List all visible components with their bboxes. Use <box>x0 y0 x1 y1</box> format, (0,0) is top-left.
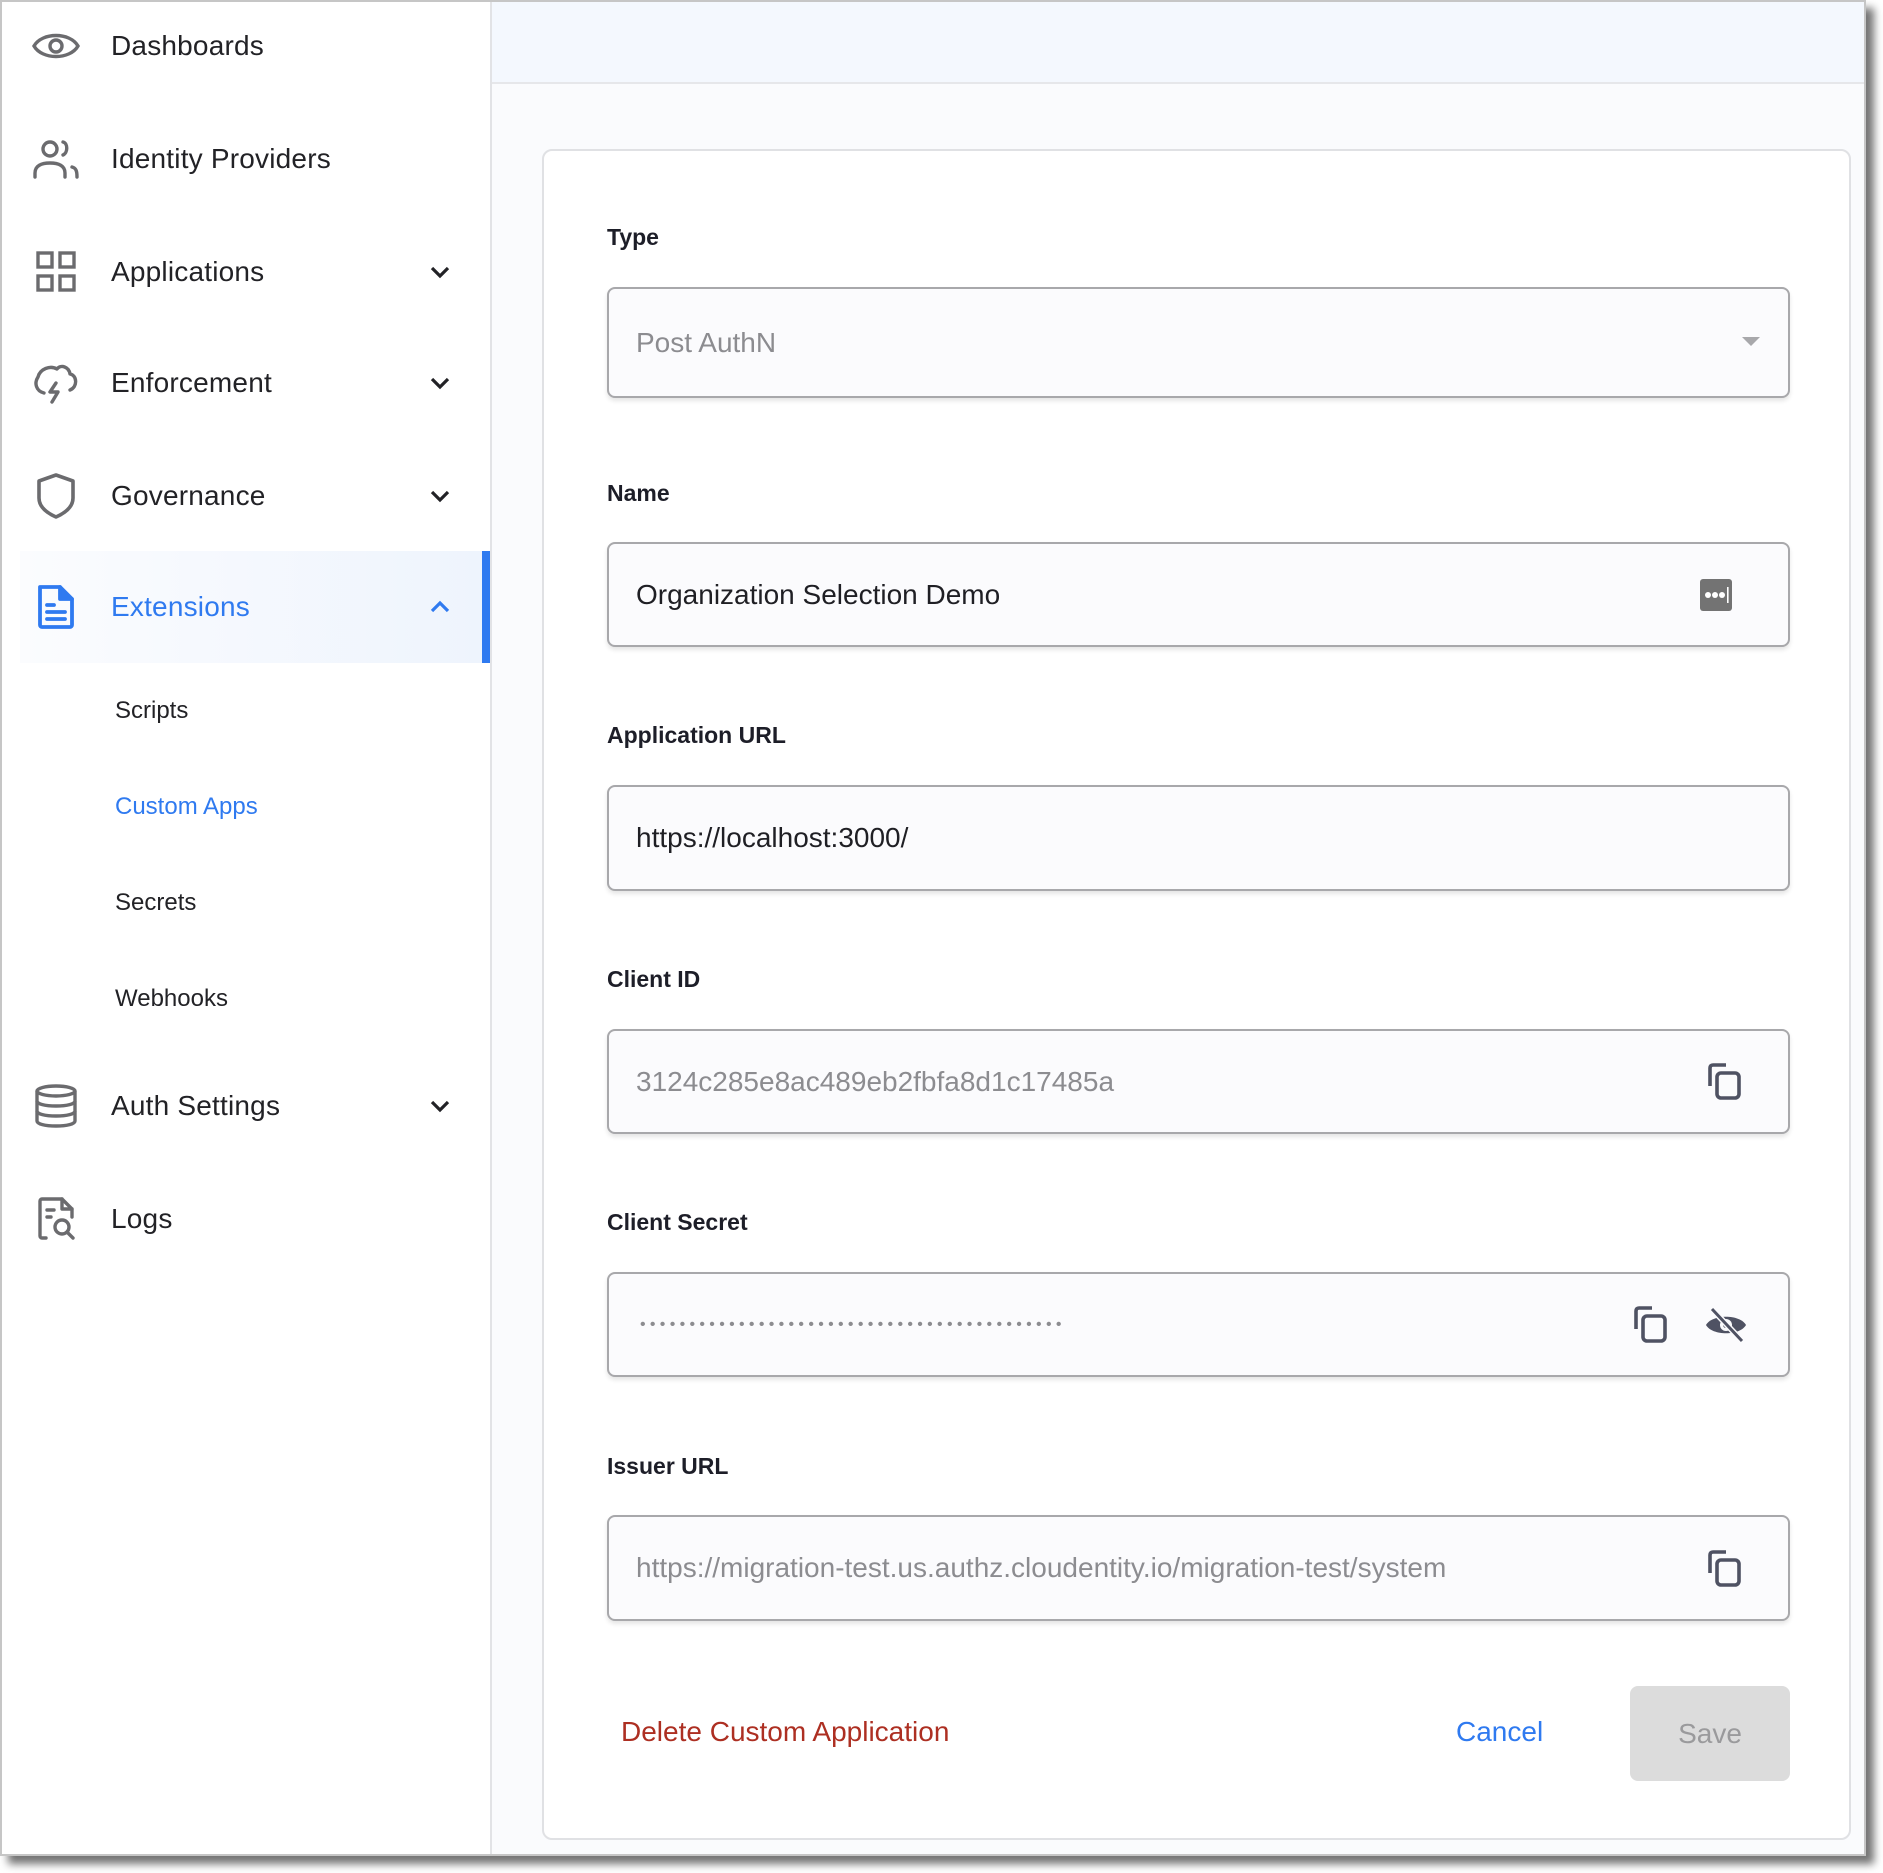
eye-off-icon[interactable] <box>1702 1301 1750 1349</box>
sidebar-item-logs[interactable]: Logs <box>20 1163 490 1275</box>
delete-custom-application-button[interactable]: Delete Custom Application <box>621 1716 949 1748</box>
chevron-down-icon[interactable] <box>425 368 455 398</box>
name-input[interactable] <box>636 578 1536 611</box>
database-icon <box>30 1080 82 1132</box>
client-secret-field[interactable]: ••••••••••••••••••••••••••••••••••••••••… <box>607 1272 1790 1377</box>
cloud-lightning-icon <box>30 357 82 409</box>
client-id-label: Client ID <box>607 966 701 992</box>
issuer-url-input[interactable] <box>636 1552 1686 1584</box>
sidebar-item-extensions[interactable]: Extensions <box>20 551 490 663</box>
sidebar-item-applications[interactable]: Applications <box>20 216 490 328</box>
sidebar-item-label: Enforcement <box>111 367 272 398</box>
sidebar-item-label: Governance <box>111 480 266 511</box>
chevron-down-icon[interactable] <box>425 1091 455 1121</box>
sidebar-item-label: Auth Settings <box>111 1090 281 1121</box>
copy-icon[interactable] <box>1700 1545 1748 1593</box>
copy-icon[interactable] <box>1626 1301 1674 1349</box>
client-secret-masked[interactable]: ••••••••••••••••••••••••••••••••••••••••… <box>640 1316 1066 1334</box>
save-button[interactable]: Save <box>1630 1686 1790 1781</box>
chevron-down-icon[interactable] <box>425 481 455 511</box>
users-icon <box>30 133 82 185</box>
client-id-input[interactable] <box>636 1065 1536 1098</box>
shield-icon <box>30 470 82 522</box>
sidebar: Dashboards Identity Providers Applicatio… <box>2 2 492 1854</box>
client-secret-label: Client Secret <box>607 1209 748 1235</box>
name-field[interactable] <box>607 542 1790 647</box>
type-label: Type <box>607 224 659 250</box>
sidebar-item-auth-settings[interactable]: Auth Settings <box>20 1050 490 1162</box>
password-manager-icon[interactable] <box>1692 571 1740 619</box>
dropdown-arrow-icon <box>1742 337 1760 346</box>
sidebar-item-enforcement[interactable]: Enforcement <box>20 327 490 439</box>
chevron-up-icon[interactable] <box>425 592 455 622</box>
sidebar-item-label: Extensions <box>111 591 250 622</box>
app-url-label: Application URL <box>607 722 786 748</box>
sidebar-subitem-custom-apps[interactable]: Custom Apps <box>115 792 258 822</box>
app-url-field[interactable] <box>607 785 1790 891</box>
sidebar-item-governance[interactable]: Governance <box>20 440 490 552</box>
sidebar-item-label: Applications <box>111 256 265 287</box>
issuer-url-field[interactable] <box>607 1515 1790 1621</box>
sidebar-subitem-scripts[interactable]: Scripts <box>115 696 188 726</box>
copy-icon[interactable] <box>1700 1058 1748 1106</box>
client-id-field[interactable] <box>607 1029 1790 1134</box>
top-header-bar <box>492 2 1864 84</box>
sidebar-item-identity-providers[interactable]: Identity Providers <box>20 103 490 215</box>
chevron-down-icon[interactable] <box>425 257 455 287</box>
issuer-url-label: Issuer URL <box>607 1453 729 1479</box>
grid-icon <box>30 246 82 298</box>
sidebar-item-label: Identity Providers <box>111 143 331 174</box>
type-select-value[interactable] <box>636 326 1536 359</box>
sidebar-item-label: Logs <box>111 1203 173 1234</box>
sidebar-item-label: Dashboards <box>111 30 264 61</box>
app-url-input[interactable] <box>636 822 1536 854</box>
name-label: Name <box>607 480 670 506</box>
document-icon <box>30 581 82 633</box>
sidebar-subitem-secrets[interactable]: Secrets <box>115 888 196 918</box>
eye-icon <box>30 20 82 72</box>
sidebar-subitem-webhooks[interactable]: Webhooks <box>115 984 228 1014</box>
sidebar-item-dashboards[interactable]: Dashboards <box>20 0 490 102</box>
cancel-button[interactable]: Cancel <box>1456 1716 1543 1748</box>
type-select[interactable] <box>607 287 1790 398</box>
log-search-icon <box>30 1193 82 1245</box>
